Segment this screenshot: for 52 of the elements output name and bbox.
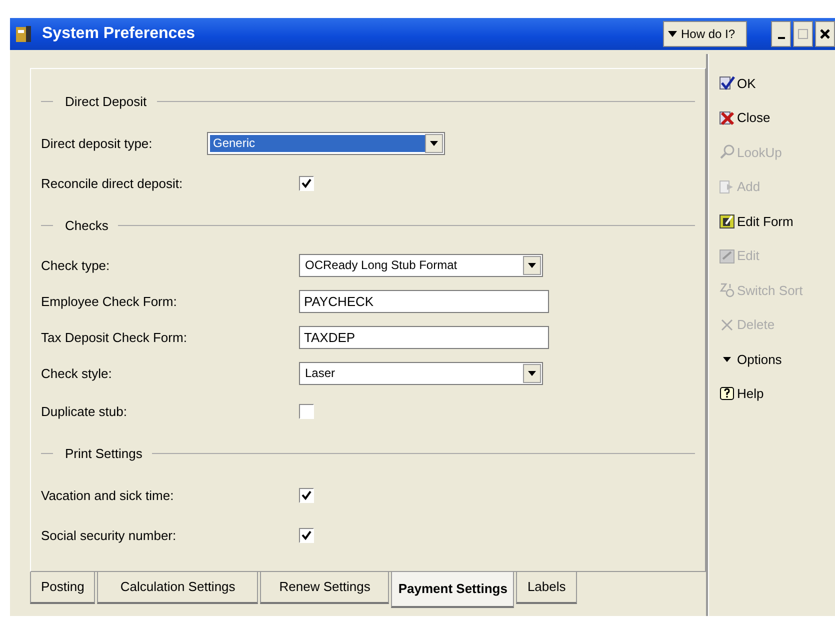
text-field[interactable]: PAYCHECK <box>299 290 549 312</box>
maximize-icon <box>798 29 808 39</box>
checkbox[interactable] <box>299 176 314 190</box>
sort-icon <box>719 282 735 298</box>
field-label: Social security number: <box>41 528 178 542</box>
caret-icon <box>668 31 677 37</box>
page-arrow-icon <box>719 178 735 195</box>
dropdown[interactable]: Laser <box>299 362 543 384</box>
minimize-icon <box>778 37 784 39</box>
checkbox[interactable] <box>299 528 314 542</box>
close-icon <box>820 29 830 39</box>
tab[interactable]: Calculation Settings <box>97 572 258 604</box>
tab[interactable]: Labels <box>516 572 577 604</box>
field-label: Check type: <box>41 258 111 272</box>
caret-icon <box>528 370 536 376</box>
tab[interactable]: Renew Settings <box>260 572 390 604</box>
checkmark-icon <box>719 75 735 92</box>
dropdown[interactable]: OCReady Long Stub Format <box>299 254 543 276</box>
toolbar-button[interactable]: Edit Form <box>719 204 835 238</box>
form-icon <box>719 213 735 230</box>
close-button[interactable] <box>815 21 835 47</box>
cross-icon <box>719 110 735 126</box>
edit-icon <box>719 248 735 264</box>
field-label: Duplicate stub: <box>41 404 128 418</box>
toolbar-button[interactable]: OK <box>719 66 835 100</box>
toolbar-button[interactable]: Help <box>719 376 835 411</box>
caret-icon <box>430 140 438 146</box>
field-label: Vacation and sick time: <box>41 488 175 502</box>
window-title: System Preferences <box>42 25 196 43</box>
toolbar-button[interactable]: Close <box>719 100 835 135</box>
tab[interactable]: Posting <box>30 572 96 604</box>
search-icon <box>719 144 735 160</box>
toolbar-button[interactable]: Options <box>719 342 835 376</box>
checkbox[interactable] <box>299 404 314 418</box>
field-label: Direct deposit type: <box>41 136 154 150</box>
checkbox[interactable] <box>299 488 314 502</box>
delete-icon <box>719 316 735 333</box>
field-label: Employee Check Form: <box>41 294 178 308</box>
section-heading: Checks <box>65 218 108 232</box>
text-field[interactable]: TAXDEP <box>299 326 549 348</box>
caret-icon <box>528 262 536 268</box>
help-menu-button[interactable]: How do I? <box>663 21 747 47</box>
field-label: Reconcile direct deposit: <box>41 176 184 190</box>
field-label: Check style: <box>41 366 113 380</box>
tab[interactable]: Payment Settings <box>391 572 514 608</box>
minimize-button[interactable] <box>771 21 791 47</box>
dropdown[interactable]: Generic <box>207 132 445 154</box>
section-heading: Direct Deposit <box>65 94 147 108</box>
help-icon <box>719 386 735 402</box>
section-heading: Print Settings <box>65 446 142 460</box>
app-icon <box>14 24 34 44</box>
field-label: Tax Deposit Check Form: <box>41 330 188 344</box>
